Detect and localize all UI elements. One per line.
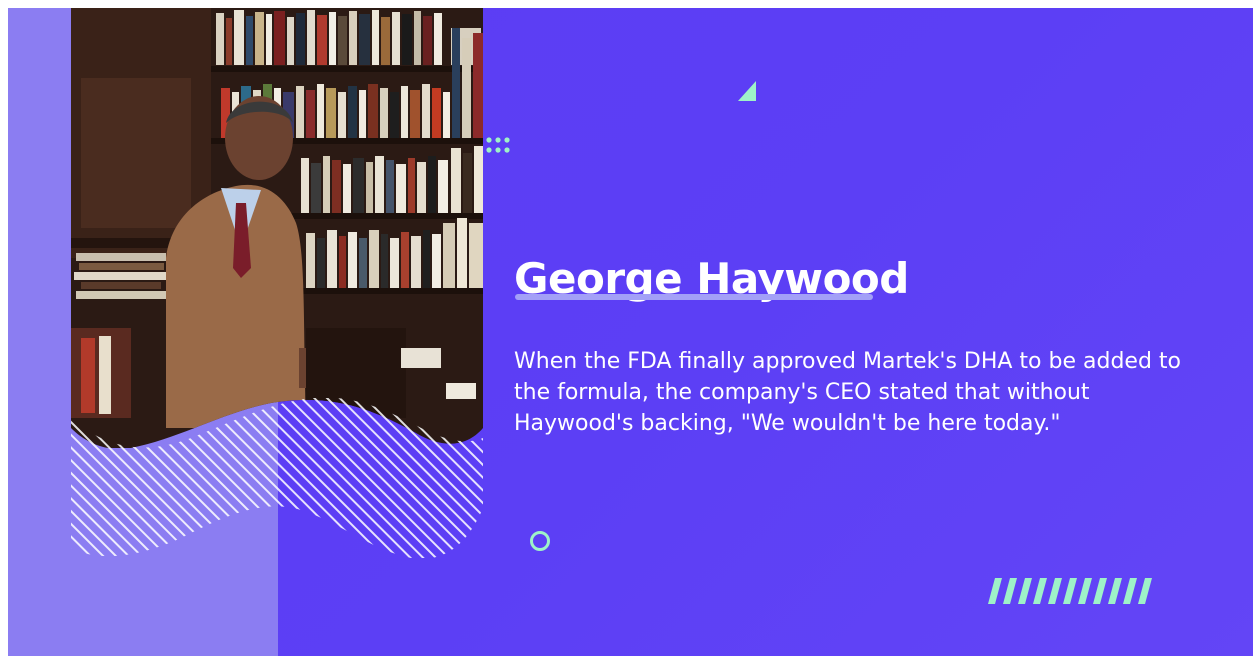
slash-stripes-decoration — [988, 578, 1152, 608]
portrait-photo — [71, 8, 483, 448]
hatch-wave-decoration — [71, 398, 483, 558]
quote-paragraph: When the FDA finally approved Martek's D… — [514, 349, 1181, 436]
presentation-slide: George Haywood When the FDA finally appr… — [8, 8, 1253, 656]
triangle-decoration — [738, 80, 760, 106]
ring-decoration — [530, 531, 550, 551]
dot-grid-decoration — [486, 137, 516, 155]
title-underline-rule — [515, 294, 873, 300]
